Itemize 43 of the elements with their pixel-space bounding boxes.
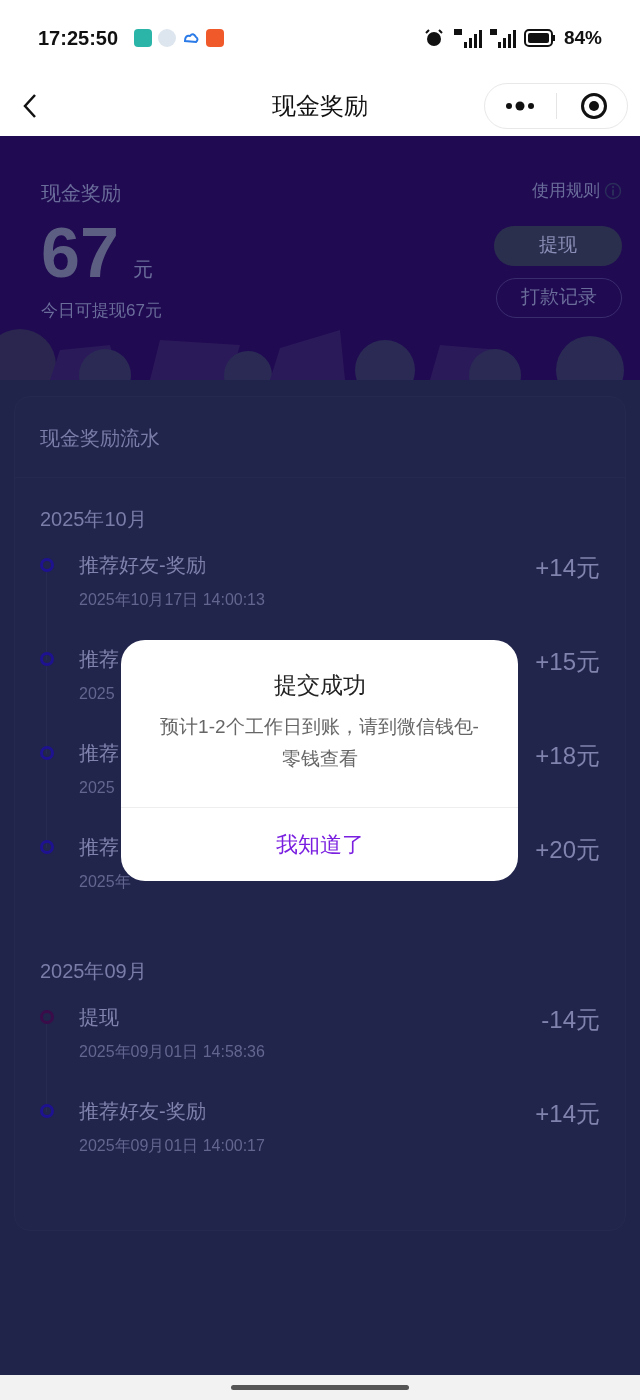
- entry-time: 2025年10月17日 14:00:13: [79, 590, 265, 610]
- status-time: 17:25:50: [38, 26, 119, 51]
- currency-unit: 元: [132, 257, 153, 282]
- app-icon: [158, 29, 177, 47]
- rules-link[interactable]: 使用规则: [532, 178, 600, 204]
- balance-amount: 67: [41, 218, 119, 288]
- entry-title: 提现: [79, 1005, 120, 1030]
- alarm-icon: [423, 28, 444, 48]
- battery-level: 84%: [563, 25, 602, 50]
- entry-title: 推荐: [79, 741, 119, 766]
- more-icon[interactable]: [505, 101, 535, 111]
- month-heading: 2025年10月: [40, 508, 147, 530]
- entry-title: 推荐好友-奖励: [79, 1099, 207, 1124]
- entry-title: 推荐好友-奖励: [79, 553, 207, 578]
- entry-amount: +20元: [535, 835, 600, 865]
- entry-amount: +18元: [535, 741, 600, 771]
- entry-time: 2025: [79, 684, 116, 704]
- balance-label: 现金奖励: [41, 181, 122, 206]
- entry-amount: +14元: [535, 553, 600, 583]
- entry-time: 2025: [79, 778, 116, 798]
- dialog-title: 提交成功: [273, 671, 366, 700]
- signal-icon: [489, 28, 516, 48]
- entry-title: 推荐: [79, 647, 119, 672]
- back-icon[interactable]: [22, 93, 38, 119]
- info-icon: [604, 181, 622, 200]
- page-title: 现金奖励: [272, 91, 368, 121]
- entry-title: 推荐: [79, 835, 120, 860]
- entry-time: 2025年09月01日 14:00:17: [79, 1136, 265, 1156]
- entry-time: 2025年09月01日 14:58:36: [79, 1042, 265, 1062]
- month-heading: 2025年09月: [40, 960, 147, 982]
- close-icon[interactable]: [580, 92, 608, 120]
- app-icon: [134, 29, 153, 47]
- entry-amount: -14元: [541, 1005, 600, 1035]
- entry-amount: +15元: [535, 647, 600, 677]
- withdraw-note: 今日可提现67元: [41, 300, 162, 322]
- entry-amount: +14元: [535, 1099, 600, 1129]
- dialog-message: 预计1-2个工作日到账，请到微信钱包-零钱查看: [159, 714, 480, 771]
- signal-icon: [451, 28, 482, 48]
- entry-time: 2025年: [79, 872, 131, 892]
- app-icon: [206, 29, 225, 47]
- ledger-title: 现金奖励流水: [40, 427, 160, 449]
- battery-icon: [523, 29, 556, 47]
- withdraw-button[interactable]: 提现: [494, 225, 622, 266]
